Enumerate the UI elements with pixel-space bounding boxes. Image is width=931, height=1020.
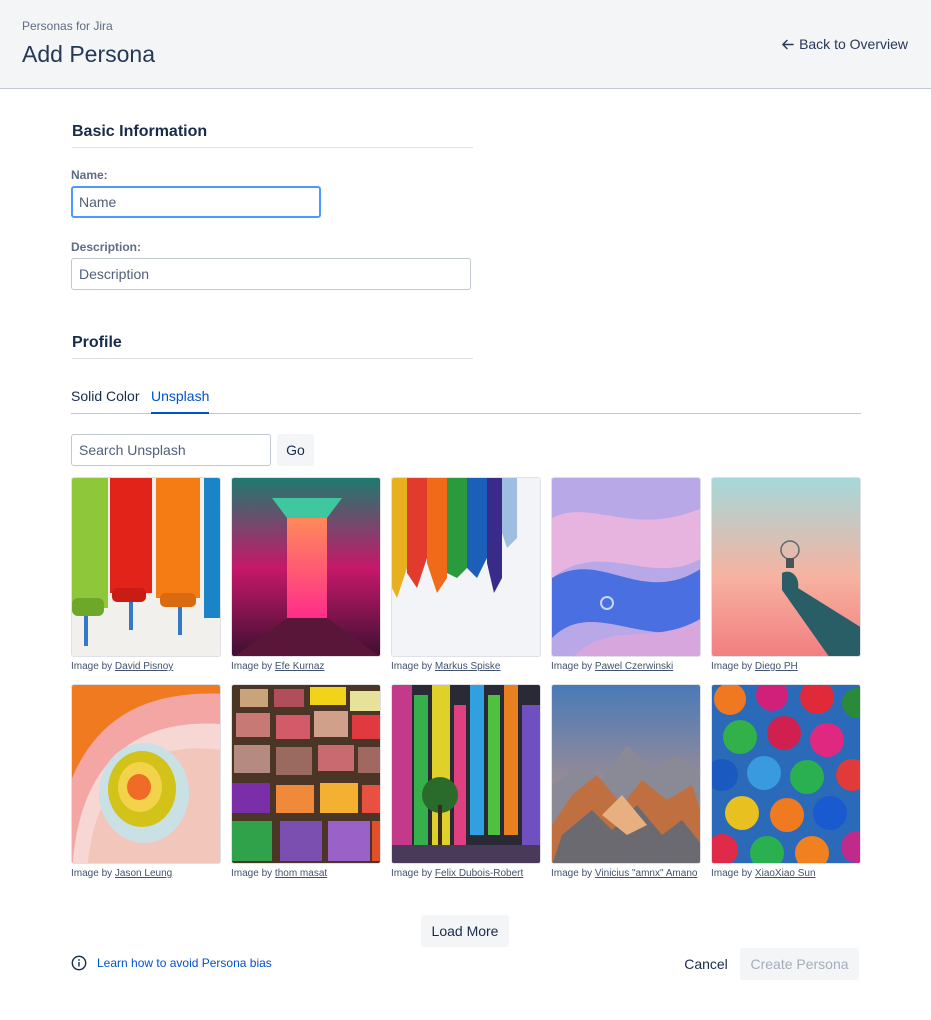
name-input[interactable]	[71, 186, 321, 218]
author-link[interactable]: Jason Leung	[115, 868, 172, 879]
credit-prefix: Image by	[551, 661, 593, 672]
image-thumbnail[interactable]	[391, 477, 541, 657]
author-link[interactable]: Markus Spiske	[435, 661, 501, 672]
image-credit: Image by David Pisnoy	[71, 660, 221, 673]
back-link-label: Back to Overview	[799, 36, 908, 52]
author-link[interactable]: thom masat	[275, 868, 327, 879]
image-tile: Image by Felix Dubois-Robert	[391, 684, 541, 880]
image-tile: Image by Markus Spiske	[391, 477, 541, 673]
credit-prefix: Image by	[711, 661, 753, 672]
image-credit: Image by Diego PH	[711, 660, 861, 673]
image-thumbnail[interactable]	[71, 684, 221, 864]
image-tile: Image by David Pisnoy	[71, 477, 221, 673]
credit-prefix: Image by	[391, 868, 433, 879]
author-link[interactable]: Vinicius "amnx" Amano	[595, 868, 698, 879]
image-credit: Image by Markus Spiske	[391, 660, 541, 673]
persona-bias-link[interactable]: Learn how to avoid Persona bias	[71, 955, 272, 971]
credit-prefix: Image by	[711, 868, 753, 879]
image-thumbnail[interactable]	[711, 477, 861, 657]
back-to-overview-link[interactable]: Back to Overview	[781, 36, 908, 52]
description-input[interactable]	[71, 258, 471, 290]
credit-prefix: Image by	[71, 661, 113, 672]
author-link[interactable]: Diego PH	[755, 661, 798, 672]
image-credit: Image by Pawel Czerwinski	[551, 660, 701, 673]
tab-unsplash[interactable]: Unsplash	[151, 388, 210, 414]
page-title: Add Persona	[22, 41, 155, 67]
description-label: Description:	[71, 240, 142, 254]
image-tile: Image by Jason Leung	[71, 684, 221, 880]
image-thumbnail[interactable]	[551, 477, 701, 657]
go-button[interactable]: Go	[277, 434, 314, 466]
image-thumbnail[interactable]	[71, 477, 221, 657]
image-credit: Image by thom masat	[231, 867, 381, 880]
credit-prefix: Image by	[391, 661, 433, 672]
credit-prefix: Image by	[231, 661, 273, 672]
profile-heading: Profile	[72, 334, 473, 359]
image-thumbnail[interactable]	[391, 684, 541, 864]
author-link[interactable]: David Pisnoy	[115, 661, 173, 672]
name-label: Name:	[71, 168, 108, 182]
load-more-button[interactable]: Load More	[421, 915, 509, 947]
image-tile: Image by Pawel Czerwinski	[551, 477, 701, 673]
image-credit: Image by Efe Kurnaz	[231, 660, 381, 673]
image-tile: Image by XiaoXiao Sun	[711, 684, 861, 880]
image-thumbnail[interactable]	[231, 477, 381, 657]
credit-prefix: Image by	[71, 868, 113, 879]
basic-info-heading: Basic Information	[72, 123, 473, 148]
image-credit: Image by Felix Dubois-Robert	[391, 867, 541, 880]
image-tile: Image by thom masat	[231, 684, 381, 880]
image-tile: Image by Diego PH	[711, 477, 861, 673]
image-thumbnail[interactable]	[551, 684, 701, 864]
author-link[interactable]: Felix Dubois-Robert	[435, 868, 523, 879]
tab-solid-color[interactable]: Solid Color	[71, 388, 139, 413]
image-credit: Image by Jason Leung	[71, 867, 221, 880]
app-name: Personas for Jira	[22, 19, 113, 33]
image-credit: Image by Vinicius "amnx" Amano	[551, 867, 701, 880]
unsplash-search-input[interactable]	[71, 434, 271, 466]
image-thumbnail[interactable]	[231, 684, 381, 864]
author-link[interactable]: Pawel Czerwinski	[595, 661, 673, 672]
author-link[interactable]: XiaoXiao Sun	[755, 868, 816, 879]
image-thumbnail[interactable]	[711, 684, 861, 864]
credit-prefix: Image by	[551, 868, 593, 879]
cancel-button[interactable]: Cancel	[676, 948, 736, 980]
image-tile: Image by Efe Kurnaz	[231, 477, 381, 673]
bias-link-label: Learn how to avoid Persona bias	[97, 956, 272, 970]
create-persona-button[interactable]: Create Persona	[740, 948, 859, 980]
page-header: Personas for Jira Add Persona Back to Ov…	[0, 0, 931, 89]
author-link[interactable]: Efe Kurnaz	[275, 661, 324, 672]
profile-tabs: Solid Color Unsplash	[71, 388, 861, 414]
credit-prefix: Image by	[231, 868, 273, 879]
image-tile: Image by Vinicius "amnx" Amano	[551, 684, 701, 880]
info-icon	[71, 955, 87, 971]
arrow-left-icon	[782, 39, 794, 49]
image-credit: Image by XiaoXiao Sun	[711, 867, 861, 880]
